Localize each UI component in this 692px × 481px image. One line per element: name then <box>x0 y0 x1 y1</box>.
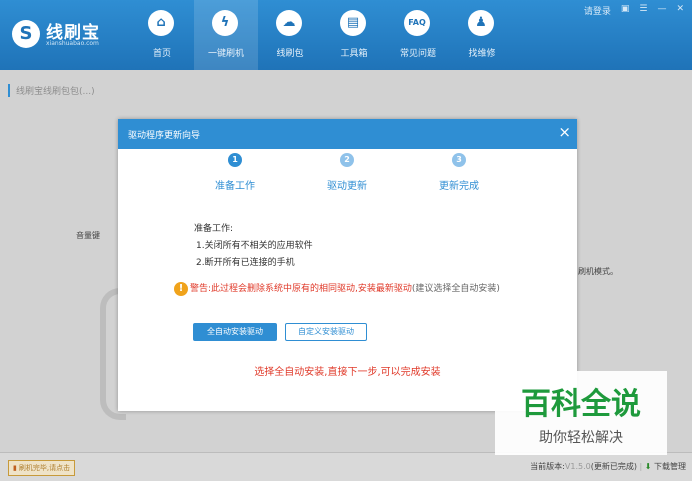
flash-mode-text: 刷机模式。 <box>578 267 618 276</box>
status-notice[interactable]: ▮ 刷机完毕,请点击 <box>8 460 76 476</box>
version-info: 当前版本:V1.5.0(更新已完成) | ⬇ 下载管理 <box>530 462 686 471</box>
dialog-header: 驱动程序更新向导 × <box>118 119 577 149</box>
step-prepare: 1 准备工作 <box>180 153 290 192</box>
step-label: 更新完成 <box>439 181 479 192</box>
step-label: 准备工作 <box>215 181 255 192</box>
toolbox-icon: ▤ <box>340 10 366 36</box>
window-controls: 请登录 ▣ ☰ — ✕ <box>584 4 684 17</box>
status-notice-text: 刷机完毕,请点击 <box>18 464 71 472</box>
watermark-title: 百科全说 <box>521 387 641 422</box>
nav-label: 找维修 <box>468 49 496 59</box>
warning-icon: ! <box>174 281 188 296</box>
main-nav: ⌂ 首页 ϟ 一键刷机 ☁ 线刷包 ▤ 工具箱 FAQ 常见问题 ♟ 找维修 <box>130 0 514 70</box>
download-icon: ⬇ <box>644 462 652 471</box>
close-icon[interactable]: × <box>558 123 571 141</box>
status-bar: ▮ 刷机完毕,请点击 当前版本:V1.5.0(更新已完成) | ⬇ 下载管理 <box>0 452 692 481</box>
nav-item-faq[interactable]: FAQ 常见问题 <box>386 0 450 70</box>
download-manager-link[interactable]: 下载管理 <box>654 462 686 471</box>
step-number: 3 <box>452 153 466 167</box>
nav-item-one-click-flash[interactable]: ϟ 一键刷机 <box>194 0 258 70</box>
app-logo[interactable]: S 线刷宝 xianshuabao.com <box>12 16 122 56</box>
nav-item-toolbox[interactable]: ▤ 工具箱 <box>322 0 386 70</box>
minimize-icon[interactable]: — <box>657 4 666 17</box>
nav-item-repair[interactable]: ♟ 找维修 <box>450 0 514 70</box>
repair-icon: ♟ <box>468 10 494 36</box>
login-link[interactable]: 请登录 <box>584 4 611 17</box>
step-number: 2 <box>340 153 354 167</box>
nav-label: 一键刷机 <box>207 49 244 59</box>
app-subtitle: xianshuabao.com <box>46 40 99 47</box>
page-title: 线刷宝线刷包包(...) <box>8 84 95 97</box>
version-state: (更新已完成) <box>590 462 637 471</box>
notice-icon: ▮ <box>13 464 17 472</box>
version-number: V1.5.0 <box>564 462 591 471</box>
prep-item: 1.关闭所有不相关的应用软件 <box>196 241 313 251</box>
nav-item-home[interactable]: ⌂ 首页 <box>130 0 194 70</box>
volume-key-label: 音量键 <box>76 231 100 240</box>
auto-install-button[interactable]: 全自动安装驱动 <box>193 323 277 341</box>
step-complete: 3 更新完成 <box>404 153 514 192</box>
logo-icon: S <box>12 20 40 48</box>
nav-item-flash-package[interactable]: ☁ 线刷包 <box>258 0 322 70</box>
driver-update-dialog: 驱动程序更新向导 × 1 准备工作 2 驱动更新 3 更新完成 准备工作: 1.… <box>118 119 577 411</box>
dialog-title: 驱动程序更新向导 <box>128 131 201 141</box>
skin-icon[interactable]: ▣ <box>621 4 630 17</box>
prep-item: 2.断开所有已连接的手机 <box>196 258 295 268</box>
prep-title: 准备工作: <box>194 224 234 234</box>
nav-label: 线刷包 <box>276 49 304 59</box>
warning-text: 警告:此过程会删除系统中原有的相同驱动,安装最新驱动 <box>190 284 412 294</box>
warning-message: ! 警告:此过程会删除系统中原有的相同驱动,安装最新驱动(建议选择全自动安装) <box>174 281 500 296</box>
close-window-icon[interactable]: ✕ <box>676 4 684 17</box>
top-navigation-bar: S 线刷宝 xianshuabao.com ⌂ 首页 ϟ 一键刷机 ☁ 线刷包 … <box>0 0 692 70</box>
home-icon: ⌂ <box>148 10 174 36</box>
nav-label: 工具箱 <box>340 49 368 59</box>
package-icon: ☁ <box>276 10 302 36</box>
warning-tip: (建议选择全自动安装) <box>411 284 500 294</box>
step-number: 1 <box>228 153 242 167</box>
version-label: 当前版本: <box>530 462 565 471</box>
custom-install-button[interactable]: 自定义安装驱动 <box>285 323 367 341</box>
flash-icon: ϟ <box>212 10 238 36</box>
step-driver-update: 2 驱动更新 <box>292 153 402 192</box>
faq-icon: FAQ <box>404 10 430 36</box>
nav-label: 首页 <box>152 49 171 59</box>
step-label: 驱动更新 <box>327 181 367 192</box>
watermark-subtitle: 助你轻松解决 <box>539 430 623 446</box>
menu-icon[interactable]: ☰ <box>639 4 647 17</box>
nav-label: 常见问题 <box>399 49 436 59</box>
watermark: 百科全说 助你轻松解决 <box>495 371 667 455</box>
